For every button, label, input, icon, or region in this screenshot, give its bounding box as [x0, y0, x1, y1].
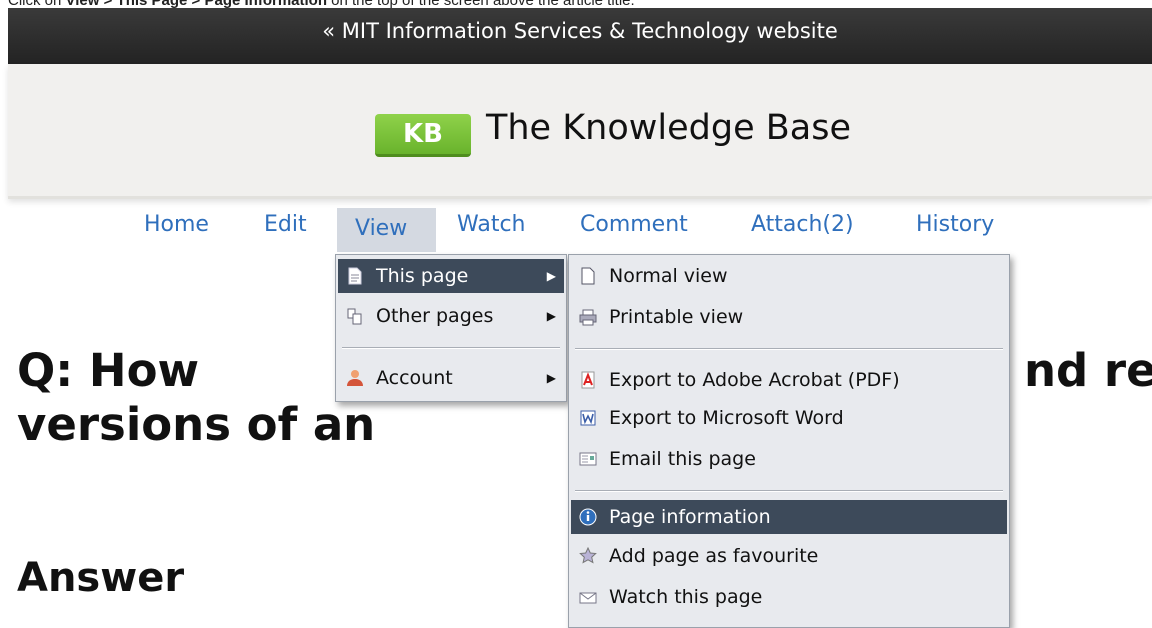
menu-item-export-word[interactable]: Export to Microsoft Word — [571, 401, 1007, 435]
article-title-line1: Q: How — [17, 344, 200, 397]
nav-comment[interactable]: Comment — [580, 212, 688, 237]
normal-view-label: Normal view — [609, 265, 728, 287]
document-icon — [346, 267, 364, 285]
top-bar: « MIT Information Services & Technology … — [8, 8, 1152, 64]
printer-icon — [579, 308, 597, 326]
nav-edit[interactable]: Edit — [264, 212, 307, 237]
nav-home[interactable]: Home — [144, 212, 209, 237]
menu-item-normal-view[interactable]: Normal view — [571, 259, 1007, 293]
kb-logo-badge[interactable]: KB — [375, 114, 471, 157]
pdf-icon — [579, 371, 597, 389]
mit-ist-website-link[interactable]: « MIT Information Services & Technology … — [322, 19, 838, 43]
envelope-icon — [579, 588, 597, 606]
menu-item-account[interactable]: Account ▶ — [338, 361, 564, 395]
menu-item-account-label: Account — [376, 367, 453, 389]
this-page-submenu: Normal view Printable view Export to Ado… — [568, 254, 1010, 628]
menu-item-other-pages[interactable]: Other pages ▶ — [338, 299, 564, 333]
view-menu: This page ▶ Other pages ▶ Account ▶ — [335, 254, 567, 402]
submenu-arrow-icon: ▶ — [546, 309, 556, 323]
menu-item-watch-page[interactable]: Watch this page — [571, 580, 1007, 614]
submenu-arrow-icon: ▶ — [546, 269, 556, 283]
menu-separator — [342, 347, 560, 349]
export-word-label: Export to Microsoft Word — [609, 407, 844, 429]
nav-attach[interactable]: Attach(2) — [751, 212, 854, 237]
info-icon — [579, 508, 597, 526]
watch-page-label: Watch this page — [609, 586, 763, 608]
page-icon — [579, 267, 597, 285]
submenu-arrow-icon: ▶ — [546, 371, 556, 385]
menu-item-this-page-label: This page — [376, 265, 469, 287]
article-title-line2: versions of an — [17, 398, 376, 451]
menu-item-other-pages-label: Other pages — [376, 305, 494, 327]
article-title-line1-right: nd re — [1024, 344, 1152, 397]
star-icon — [579, 547, 597, 565]
site-title[interactable]: The Knowledge Base — [486, 108, 851, 148]
word-icon — [579, 409, 597, 427]
add-favourite-label: Add page as favourite — [609, 545, 819, 567]
menu-separator — [575, 348, 1003, 350]
pages-icon — [346, 307, 364, 325]
menu-separator — [575, 490, 1003, 492]
menu-item-add-favourite[interactable]: Add page as favourite — [571, 539, 1007, 573]
email-page-label: Email this page — [609, 448, 756, 470]
page-information-label: Page information — [609, 506, 771, 528]
menu-item-page-information[interactable]: Page information — [571, 500, 1007, 534]
menu-item-export-pdf[interactable]: Export to Adobe Acrobat (PDF) — [571, 363, 1007, 397]
nav-view[interactable]: View — [355, 216, 407, 241]
menu-item-this-page[interactable]: This page ▶ — [338, 259, 564, 293]
site-header: KB The Knowledge Base — [8, 64, 1152, 199]
menu-item-printable-view[interactable]: Printable view — [571, 300, 1007, 334]
answer-heading: Answer — [17, 555, 185, 601]
nav-watch[interactable]: Watch — [457, 212, 526, 237]
menu-item-email-page[interactable]: Email this page — [571, 442, 1007, 476]
article-title: Q: How versions of an — [17, 344, 375, 452]
user-icon — [346, 369, 364, 387]
printable-view-label: Printable view — [609, 306, 744, 328]
email-icon — [579, 450, 597, 468]
export-pdf-label: Export to Adobe Acrobat (PDF) — [609, 369, 900, 391]
nav-history[interactable]: History — [916, 212, 994, 237]
